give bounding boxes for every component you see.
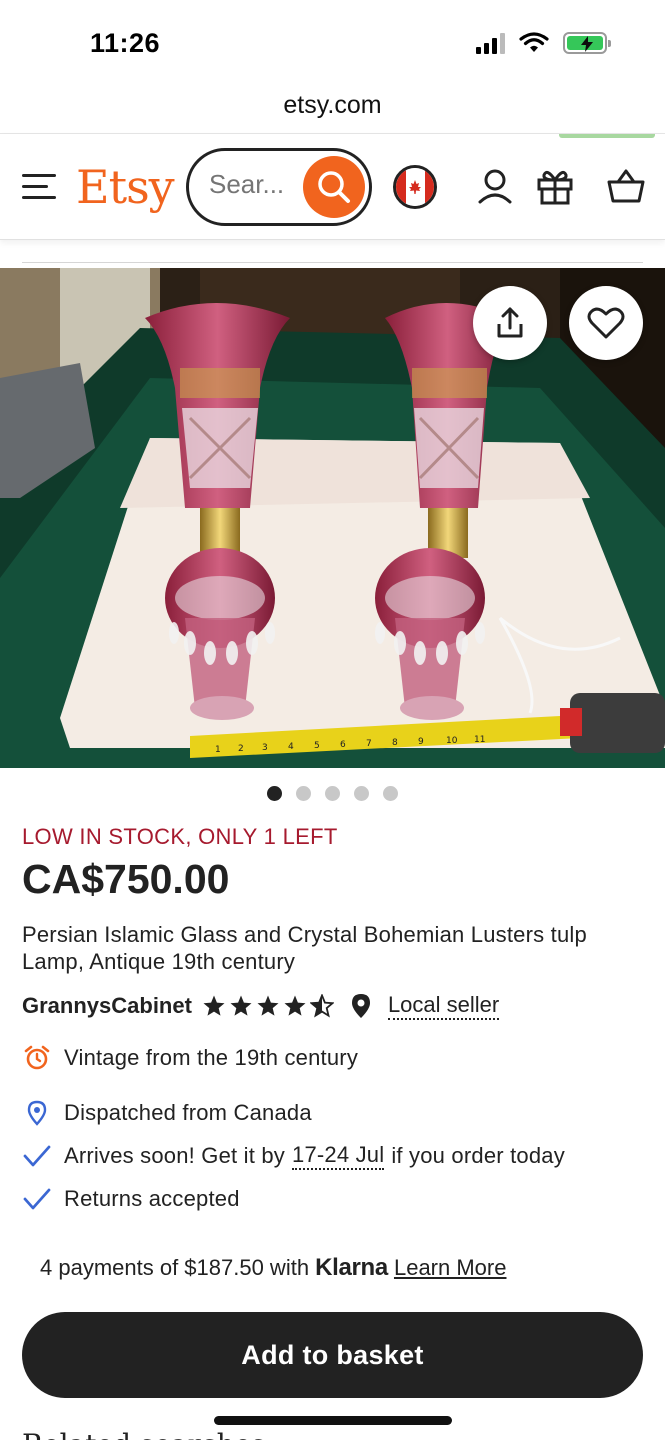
wifi-icon [519,32,549,52]
klarna-logo: Klarna [315,1254,388,1281]
site-header: Etsy [0,134,665,240]
add-to-basket-button[interactable]: Add to basket [22,1312,643,1398]
related-searches-heading: Related searches [22,1428,266,1440]
klarna-payments-row: 4 payments of $187.50 with Klarna Learn … [40,1254,506,1282]
returns-feature: Returns accepted [22,1182,652,1216]
location-pin-icon [27,1100,47,1126]
arrival-suffix: if you order today [391,1143,565,1168]
klarna-payments-text: 4 payments of $187.50 with [40,1255,310,1280]
search-icon [318,171,350,203]
delivery-dates-link[interactable]: 17-24 Jul [292,1142,385,1170]
etsy-logo[interactable]: Etsy [76,160,175,214]
menu-icon[interactable] [22,174,56,200]
cellular-signal-icon [476,32,505,54]
svg-text:4: 4 [288,742,294,752]
star-icon [284,995,306,1016]
divider [22,262,643,263]
favorite-button[interactable] [569,286,643,360]
svg-text:8: 8 [392,738,398,748]
vintage-feature: Vintage from the 19th century [22,1041,652,1075]
dispatch-text: Dispatched from Canada [64,1100,312,1125]
location-pin-icon [351,994,370,1018]
arrival-prefix: Arrives soon! Get it by [64,1143,286,1168]
checkmark-icon [23,1188,51,1210]
svg-text:6: 6 [340,740,346,750]
status-bar: 11:26 [0,0,665,80]
carousel-dot[interactable] [383,786,398,801]
carousel-dot[interactable] [325,786,340,801]
local-seller-link[interactable]: Local seller [387,992,500,1020]
star-icon [203,995,225,1016]
star-icon [230,995,252,1016]
carousel-dot[interactable] [267,786,282,801]
search-input[interactable] [209,169,309,200]
product-image[interactable]: 1 2 3 4 5 6 7 8 9 10 11 [0,268,665,768]
svg-text:1: 1 [215,745,221,755]
returns-text: Returns accepted [64,1186,240,1211]
image-carousel-dots [0,786,665,801]
low-stock-notice: LOW IN STOCK, ONLY 1 LEFT [22,824,338,849]
share-icon [497,307,523,338]
product-price: CA$750.00 [22,856,230,902]
canada-flag-icon[interactable] [393,165,437,209]
home-indicator[interactable] [214,1416,452,1425]
svg-text:5: 5 [314,741,320,751]
seller-row: GrannysCabinet Local seller [22,990,642,1022]
account-icon[interactable] [473,164,517,208]
header-accent-strip [559,134,655,138]
heart-icon [587,307,625,339]
svg-text:3: 3 [262,743,268,753]
status-icons [476,32,611,54]
carousel-dot[interactable] [296,786,311,801]
seller-name-link[interactable]: GrannysCabinet [22,993,192,1019]
star-icon [309,994,334,1018]
dispatch-feature: Dispatched from Canada [22,1096,652,1130]
checkmark-icon [23,1145,51,1167]
arrival-feature: Arrives soon! Get it by 17-24 Jul if you… [22,1139,652,1173]
product-photo-lamps: 1 2 3 4 5 6 7 8 9 10 11 [0,268,665,768]
klarna-learn-more-link[interactable]: Learn More [394,1255,507,1281]
gift-icon[interactable] [533,164,577,208]
vintage-text: Vintage from the 19th century [64,1045,359,1070]
battery-icon [563,32,611,54]
carousel-dot[interactable] [354,786,369,801]
share-button[interactable] [473,286,547,360]
browser-url-bar[interactable]: etsy.com [0,80,665,134]
seller-rating-stars[interactable] [202,994,334,1018]
svg-text:11: 11 [474,735,485,745]
product-title: Persian Islamic Glass and Crystal Bohemi… [22,922,587,974]
svg-text:9: 9 [418,737,424,747]
search-box[interactable] [186,148,372,226]
svg-text:2: 2 [238,744,244,754]
alarm-clock-icon [24,1045,50,1070]
svg-text:10: 10 [446,736,458,746]
star-icon [257,995,279,1016]
svg-text:7: 7 [366,739,372,749]
basket-icon[interactable] [604,164,648,208]
status-time: 11:26 [90,28,161,58]
search-button[interactable] [303,156,365,218]
